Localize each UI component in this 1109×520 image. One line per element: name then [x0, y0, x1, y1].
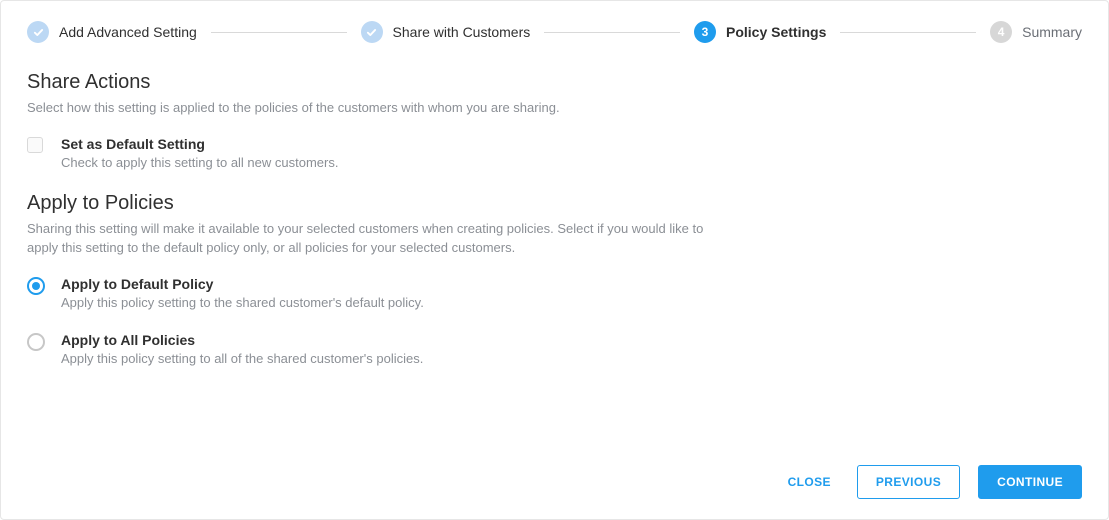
stepper: Add Advanced Setting Share with Customer…	[27, 21, 1082, 43]
apply-all-policies-option[interactable]: Apply to All Policies Apply this policy …	[27, 332, 1082, 366]
step-label: Add Advanced Setting	[59, 24, 197, 40]
option-sub: Apply this policy setting to the shared …	[61, 295, 424, 310]
apply-default-policy-option[interactable]: Apply to Default Policy Apply this polic…	[27, 276, 1082, 310]
step-summary[interactable]: 4 Summary	[990, 21, 1082, 43]
option-title: Set as Default Setting	[61, 136, 338, 152]
previous-button[interactable]: PREVIOUS	[857, 465, 960, 499]
close-button[interactable]: CLOSE	[780, 466, 839, 498]
set-default-checkbox[interactable]	[27, 137, 45, 155]
option-sub: Check to apply this setting to all new c…	[61, 155, 338, 170]
step-number-badge: 4	[990, 21, 1012, 43]
share-actions-title: Share Actions	[27, 71, 1082, 94]
apply-all-policies-radio[interactable]	[27, 333, 45, 351]
step-label: Summary	[1022, 24, 1082, 40]
stepper-connector	[840, 32, 976, 33]
continue-button[interactable]: CONTINUE	[978, 465, 1082, 499]
share-actions-desc: Select how this setting is applied to th…	[27, 98, 727, 118]
option-text: Apply to All Policies Apply this policy …	[61, 332, 423, 366]
wizard-panel: Add Advanced Setting Share with Customer…	[0, 0, 1109, 520]
apply-default-policy-radio[interactable]	[27, 277, 45, 295]
step-label: Share with Customers	[393, 24, 531, 40]
option-sub: Apply this policy setting to all of the …	[61, 351, 423, 366]
apply-to-policies-title: Apply to Policies	[27, 192, 1082, 215]
option-title: Apply to All Policies	[61, 332, 423, 348]
check-icon	[27, 21, 49, 43]
option-text: Apply to Default Policy Apply this polic…	[61, 276, 424, 310]
step-number-badge: 3	[694, 21, 716, 43]
wizard-footer: CLOSE PREVIOUS CONTINUE	[780, 465, 1082, 499]
step-label: Policy Settings	[726, 24, 826, 40]
set-default-setting-option[interactable]: Set as Default Setting Check to apply th…	[27, 136, 1082, 170]
option-text: Set as Default Setting Check to apply th…	[61, 136, 338, 170]
step-add-advanced-setting[interactable]: Add Advanced Setting	[27, 21, 197, 43]
check-icon	[361, 21, 383, 43]
apply-to-policies-desc: Sharing this setting will make it availa…	[27, 219, 727, 258]
step-share-with-customers[interactable]: Share with Customers	[361, 21, 531, 43]
stepper-connector	[544, 32, 680, 33]
option-title: Apply to Default Policy	[61, 276, 424, 292]
stepper-connector	[211, 32, 347, 33]
step-policy-settings[interactable]: 3 Policy Settings	[694, 21, 826, 43]
